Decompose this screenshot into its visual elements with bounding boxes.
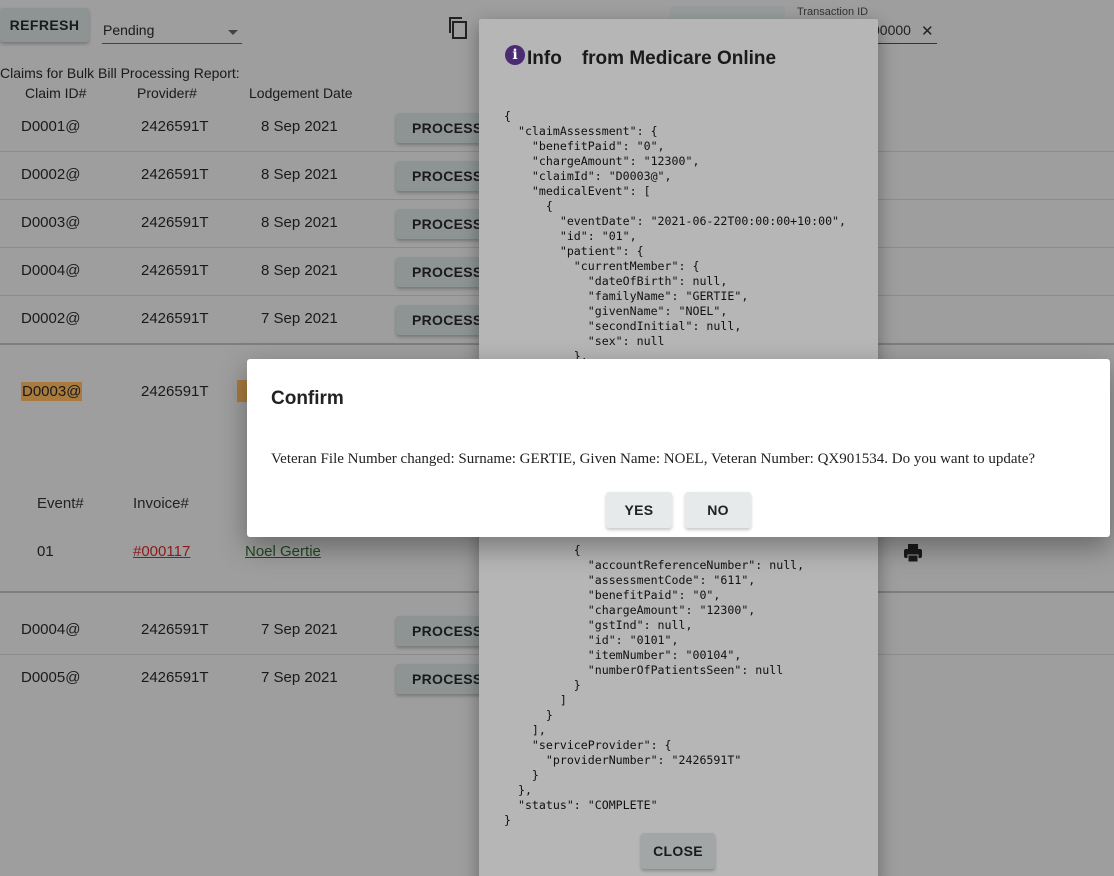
- date-cell: 8 Sep 2021: [261, 166, 338, 183]
- close-icon[interactable]: ✕: [921, 22, 934, 40]
- report-title: Claims for Bulk Bill Processing Report:: [0, 65, 240, 81]
- claim-id-cell: D0001@: [21, 118, 81, 135]
- provider-cell: 2426591T: [141, 166, 209, 183]
- column-header-lodgement-date: Lodgement Date: [249, 85, 353, 101]
- claim-id-cell: D0004@: [21, 262, 81, 279]
- selected-claim-id[interactable]: D0003@: [21, 382, 83, 401]
- transaction-id-label: Transaction ID: [797, 6, 869, 18]
- claim-id-cell: D0002@: [21, 310, 81, 327]
- status-filter-select[interactable]: Pending: [102, 22, 242, 44]
- yes-button[interactable]: YES: [606, 492, 672, 528]
- confirm-dialog: Confirm Veteran File Number changed: Sur…: [247, 359, 1110, 537]
- confirm-dialog-message: Veteran File Number changed: Surname: GE…: [271, 451, 1036, 467]
- json-response-upper: { "claimAssessment": { "benefitPaid": "0…: [504, 109, 847, 363]
- date-cell: 8 Sep 2021: [261, 214, 338, 231]
- claim-id-cell: D0003@: [21, 214, 81, 231]
- info-title-word: Info: [527, 48, 562, 69]
- copy-icon[interactable]: [447, 16, 469, 40]
- invoice-link[interactable]: #000117: [133, 543, 190, 560]
- date-cell: 7 Sep 2021: [261, 621, 338, 638]
- refresh-button[interactable]: REFRESH: [0, 8, 89, 42]
- date-cell: 8 Sep 2021: [261, 262, 338, 279]
- info-icon: i: [505, 45, 525, 65]
- print-icon[interactable]: [903, 543, 923, 563]
- provider-cell: 2426591T: [141, 621, 209, 638]
- provider-cell: 2426591T: [141, 262, 209, 279]
- claim-id-cell: D0005@: [21, 669, 81, 686]
- provider-cell: 2426591T: [141, 310, 209, 327]
- status-filter-value: Pending: [103, 22, 155, 38]
- column-header-event: Event#: [37, 495, 84, 512]
- column-header-claim-id: Claim ID#: [25, 85, 87, 101]
- claim-id-cell: D0004@: [21, 621, 81, 638]
- confirm-dialog-title: Confirm: [271, 388, 344, 409]
- no-button[interactable]: NO: [685, 492, 751, 528]
- info-dialog-title: Info from Medicare Online: [527, 48, 776, 70]
- column-header-provider: Provider#: [137, 85, 197, 101]
- chevron-down-icon: [228, 30, 238, 35]
- column-header-invoice: Invoice#: [133, 495, 189, 512]
- provider-cell: 2426591T: [141, 118, 209, 135]
- event-number: 01: [37, 543, 54, 560]
- claim-id-cell: D0002@: [21, 166, 81, 183]
- date-cell: 7 Sep 2021: [261, 669, 338, 686]
- patient-link[interactable]: Noel Gertie: [245, 543, 321, 560]
- info-title-source: from Medicare Online: [581, 48, 777, 69]
- json-response-lower: { "accountReferenceNumber": null, "asses…: [504, 543, 805, 827]
- provider-cell: 2426591T: [141, 669, 209, 686]
- close-button[interactable]: CLOSE: [641, 833, 715, 869]
- provider-cell: 2426591T: [141, 214, 209, 231]
- selected-provider: 2426591T: [141, 383, 209, 400]
- date-cell: 8 Sep 2021: [261, 118, 338, 135]
- date-cell: 7 Sep 2021: [261, 310, 338, 327]
